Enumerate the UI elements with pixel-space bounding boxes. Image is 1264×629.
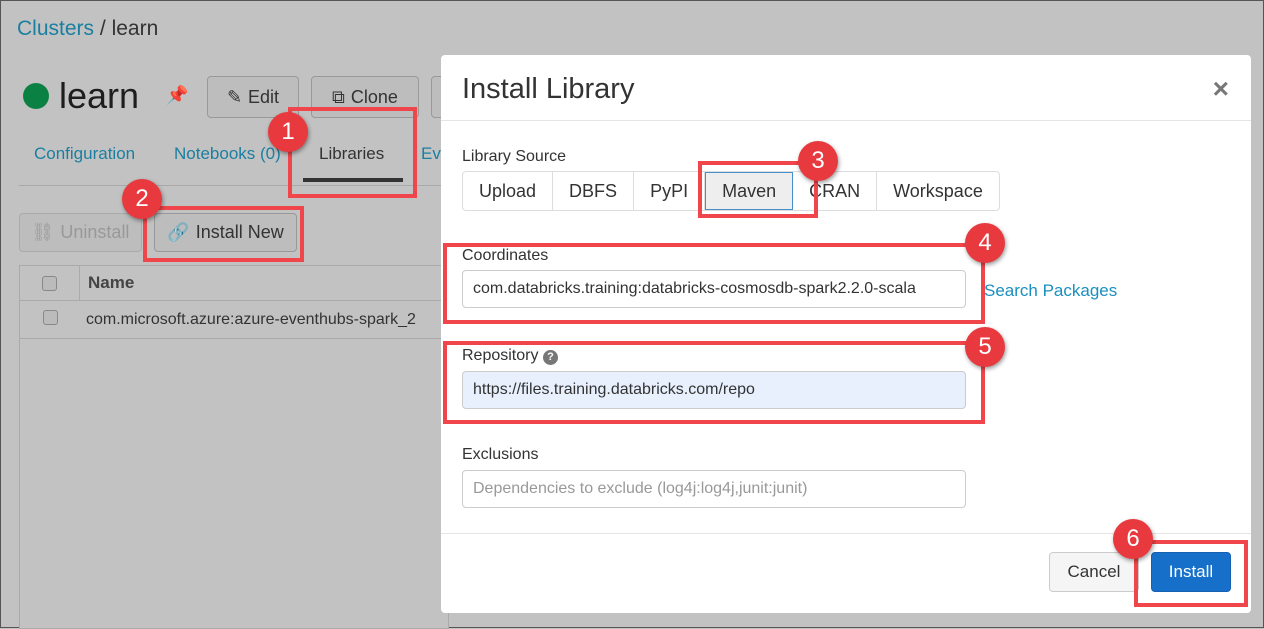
status-dot-icon [23,83,49,109]
tab-events[interactable]: Ev [421,144,441,164]
column-name: Name [88,273,135,292]
search-packages-link[interactable]: Search Packages [984,281,1117,301]
callout-box-6 [1134,540,1248,607]
clone-label: Clone [350,86,398,107]
tab-notebooks[interactable]: Notebooks (0) [174,144,281,164]
source-workspace[interactable]: Workspace [877,172,999,210]
table-row: com.microsoft.azure:azure-eventhubs-spar… [20,301,448,339]
library-name: com.microsoft.azure:azure-eventhubs-spar… [86,310,416,328]
uninstall-button[interactable]: ⛓ Uninstall [19,213,142,252]
source-upload[interactable]: Upload [463,172,554,210]
callout-badge-2: 2 [122,179,162,219]
source-dbfs[interactable]: DBFS [553,172,635,210]
callout-box-2 [143,206,304,262]
exclusions-label: Exclusions [462,446,539,463]
cancel-button[interactable]: Cancel [1049,552,1139,592]
callout-badge-5: 5 [965,327,1005,367]
breadcrumb-sep: / [99,17,106,40]
callout-box-5 [443,341,985,424]
exclusions-input[interactable]: Dependencies to exclude (log4j:log4j,jun… [462,470,966,508]
unlink-icon: ⛓ [31,222,55,242]
pin-icon[interactable]: 📌 [166,85,188,106]
callout-badge-4: 4 [965,223,1005,263]
uninstall-label: Uninstall [60,222,130,242]
cluster-title: learn [23,75,139,117]
tab-configuration[interactable]: Configuration [34,144,135,164]
breadcrumb-clusters[interactable]: Clusters [17,17,94,40]
callout-box-1 [288,107,417,198]
callout-badge-1: 1 [268,112,308,152]
breadcrumb: Clusters / learn [17,17,158,41]
libraries-table: Name com.microsoft.azure:azure-eventhubs… [19,265,449,629]
callout-box-4 [443,243,985,324]
edit-label: Edit [248,86,280,107]
modal-header: Install Library × [441,55,1251,121]
callout-badge-6: 6 [1113,519,1153,559]
modal-title: Install Library [462,73,635,105]
close-icon[interactable]: × [1213,73,1229,105]
library-source-label: Library Source [462,148,567,165]
breadcrumb-current: learn [111,17,159,40]
source-pypi[interactable]: PyPI [634,172,706,210]
clone-icon: ⧉ [332,86,345,107]
callout-badge-3: 3 [798,141,838,181]
cluster-name: learn [59,75,140,116]
row-checkbox[interactable] [42,309,58,325]
edit-icon: ✎ [226,86,243,107]
table-header: Name [20,266,448,301]
select-all-checkbox[interactable] [42,275,57,291]
